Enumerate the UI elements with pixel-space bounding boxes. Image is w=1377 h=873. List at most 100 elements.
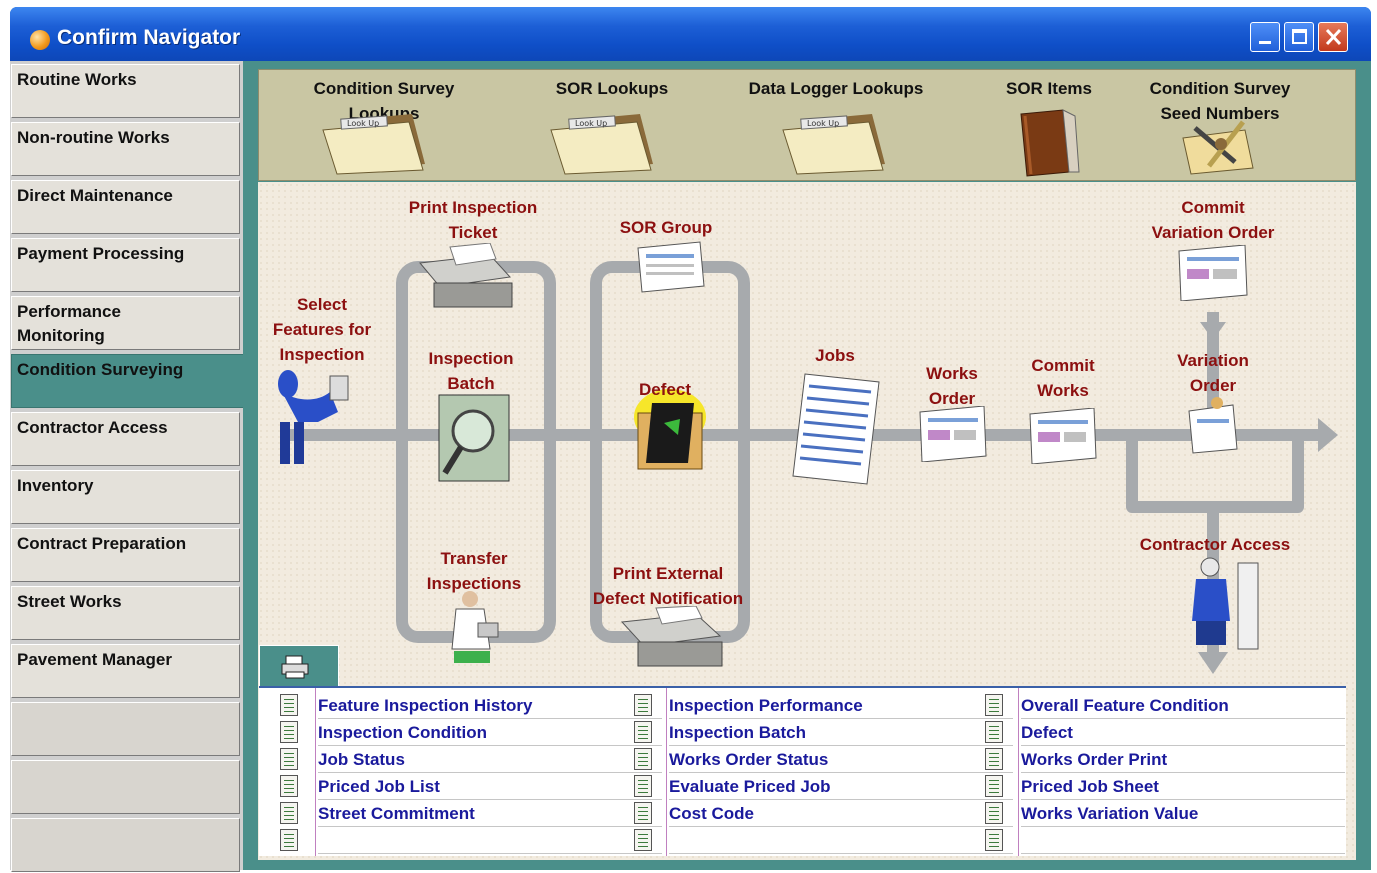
toolbar-item-condition-survey-lookups[interactable]: Condition Survey Lookups Look Up xyxy=(279,76,489,176)
book-icon xyxy=(1020,109,1080,177)
toolbar-label: SOR Lookups xyxy=(555,79,669,98)
sidebar-item-inventory[interactable]: Inventory xyxy=(11,470,240,524)
minimize-icon xyxy=(1259,41,1271,44)
tools-icon xyxy=(1182,120,1254,175)
report-link[interactable]: Cost Code xyxy=(669,800,1013,827)
toolbar-label: SOR Items xyxy=(1006,79,1092,98)
report-doc-icon[interactable] xyxy=(280,829,298,851)
sidebar-item-street-works[interactable]: Street Works xyxy=(11,586,240,640)
report-link[interactable]: Priced Job Sheet xyxy=(1021,773,1345,800)
node-label-commit-variation-order[interactable]: Commit Variation Order xyxy=(1136,195,1290,245)
node-label-print-inspection-ticket[interactable]: Print Inspection Ticket xyxy=(393,195,553,245)
node-label-commit-works[interactable]: Commit Works xyxy=(1018,353,1108,403)
sidebar-item-label: Condition Surveying xyxy=(17,360,184,379)
report-link[interactable]: Job Status xyxy=(318,746,662,773)
sidebar-item-routine-works[interactable]: Routine Works xyxy=(11,64,240,118)
close-icon xyxy=(1325,28,1342,46)
sidebar-item-pavement-manager[interactable]: Pavement Manager xyxy=(11,644,240,698)
sidebar-item-label: Performance Monitoring xyxy=(17,302,121,345)
node-label-jobs[interactable]: Jobs xyxy=(800,343,870,368)
column-divider xyxy=(1018,688,1019,856)
sidebar-item-condition-surveying[interactable]: Condition Surveying xyxy=(11,354,247,408)
node-label-works-order[interactable]: Works Order xyxy=(912,361,992,411)
report-link[interactable]: Inspection Batch xyxy=(669,719,1013,746)
close-button[interactable] xyxy=(1318,22,1348,52)
folder-lookup-icon: Look Up xyxy=(322,114,425,175)
inspector-figure-icon xyxy=(278,370,349,464)
report-doc-icon[interactable] xyxy=(634,829,652,851)
report-doc-icon[interactable] xyxy=(985,775,1003,797)
sidebar-item-label: Direct Maintenance xyxy=(17,186,173,205)
report-link[interactable]: Defect xyxy=(1021,719,1345,746)
report-doc-icon[interactable] xyxy=(985,802,1003,824)
sidebar-item-contract-preparation[interactable]: Contract Preparation xyxy=(11,528,240,582)
minimize-button[interactable] xyxy=(1250,22,1280,52)
toolbar-item-seed-numbers[interactable]: Condition Survey Seed Numbers xyxy=(1115,76,1325,176)
report-doc-icon[interactable] xyxy=(634,694,652,716)
report-link[interactable]: Priced Job List xyxy=(318,773,662,800)
contractor-worker-icon xyxy=(1192,557,1259,650)
report-doc-icon[interactable] xyxy=(985,721,1003,743)
node-label-select-features[interactable]: Select Features for Inspection xyxy=(262,292,382,367)
sidebar-item-label: Payment Processing xyxy=(17,244,185,263)
jobs-list-icon xyxy=(792,373,880,485)
node-label-print-external-defect[interactable]: Print External Defect Notification xyxy=(576,561,760,611)
sidebar-item-contractor-access[interactable]: Contractor Access xyxy=(11,412,240,466)
report-link[interactable] xyxy=(1021,827,1345,854)
report-doc-icon[interactable] xyxy=(985,748,1003,770)
report-doc-icon[interactable] xyxy=(634,802,652,824)
report-link[interactable]: Inspection Performance xyxy=(669,692,1013,719)
sidebar-item-label: Routine Works xyxy=(17,70,137,89)
sidebar-item-direct-maintenance[interactable]: Direct Maintenance xyxy=(11,180,240,234)
reports-tab[interactable] xyxy=(259,645,339,687)
report-doc-icon[interactable] xyxy=(985,829,1003,851)
report-link[interactable] xyxy=(669,827,1013,854)
maximize-icon xyxy=(1292,29,1307,44)
node-label-inspection-batch[interactable]: Inspection Batch xyxy=(416,346,526,396)
sidebar-item-performance-monitoring[interactable]: Performance Monitoring xyxy=(11,296,240,350)
column-divider xyxy=(315,688,316,856)
report-doc-icon[interactable] xyxy=(634,721,652,743)
toolbar-label: Data Logger Lookups xyxy=(748,79,924,98)
sidebar-item-label: Non-routine Works xyxy=(17,128,170,147)
node-label-transfer-inspections[interactable]: Transfer Inspections xyxy=(412,546,536,596)
report-link[interactable]: Works Order Print xyxy=(1021,746,1345,773)
report-link[interactable]: Works Variation Value xyxy=(1021,800,1345,827)
sidebar-item-payment-processing[interactable]: Payment Processing xyxy=(11,238,240,292)
node-label-sor-group[interactable]: SOR Group xyxy=(604,215,728,240)
folder-tab-label: Look Up xyxy=(807,119,839,128)
sidebar-empty-slot xyxy=(11,760,240,814)
report-doc-icon[interactable] xyxy=(634,748,652,770)
report-doc-icon[interactable] xyxy=(634,775,652,797)
report-link[interactable] xyxy=(318,827,662,854)
report-doc-icon[interactable] xyxy=(280,802,298,824)
report-link[interactable]: Evaluate Priced Job xyxy=(669,773,1013,800)
report-doc-icon[interactable] xyxy=(280,775,298,797)
sor-group-form-icon xyxy=(637,241,705,293)
node-label-contractor-access[interactable]: Contractor Access xyxy=(1120,532,1310,557)
report-doc-icon[interactable] xyxy=(985,694,1003,716)
folder-lookup-icon: Look Up xyxy=(782,114,885,175)
sidebar-item-non-routine-works[interactable]: Non-routine Works xyxy=(11,122,240,176)
report-link[interactable]: Feature Inspection History xyxy=(318,692,662,719)
title-bar[interactable]: Confirm Navigator xyxy=(10,7,1371,61)
report-doc-icon[interactable] xyxy=(280,721,298,743)
worker-transfer-icon xyxy=(451,591,499,663)
toolbar-item-data-logger-lookups[interactable]: Data Logger Lookups Look Up xyxy=(721,76,951,176)
toolbar-item-sor-lookups[interactable]: SOR Lookups Look Up xyxy=(527,76,697,176)
sidebar-empty-slot xyxy=(11,702,240,756)
variation-order-icon xyxy=(1188,397,1238,454)
report-doc-icon[interactable] xyxy=(280,694,298,716)
report-doc-icon[interactable] xyxy=(280,748,298,770)
maximize-button[interactable] xyxy=(1284,22,1314,52)
node-label-variation-order[interactable]: Variation Order xyxy=(1164,348,1262,398)
magnifier-map-icon xyxy=(438,394,510,482)
works-order-form-icon xyxy=(919,406,987,462)
report-link[interactable]: Street Commitment xyxy=(318,800,662,827)
printer-icon xyxy=(419,243,513,308)
report-link[interactable]: Inspection Condition xyxy=(318,719,662,746)
toolbar-item-sor-items[interactable]: SOR Items xyxy=(989,76,1109,177)
node-label-defect[interactable]: Defect xyxy=(620,377,710,402)
report-link[interactable]: Works Order Status xyxy=(669,746,1013,773)
report-link[interactable]: Overall Feature Condition xyxy=(1021,692,1345,719)
